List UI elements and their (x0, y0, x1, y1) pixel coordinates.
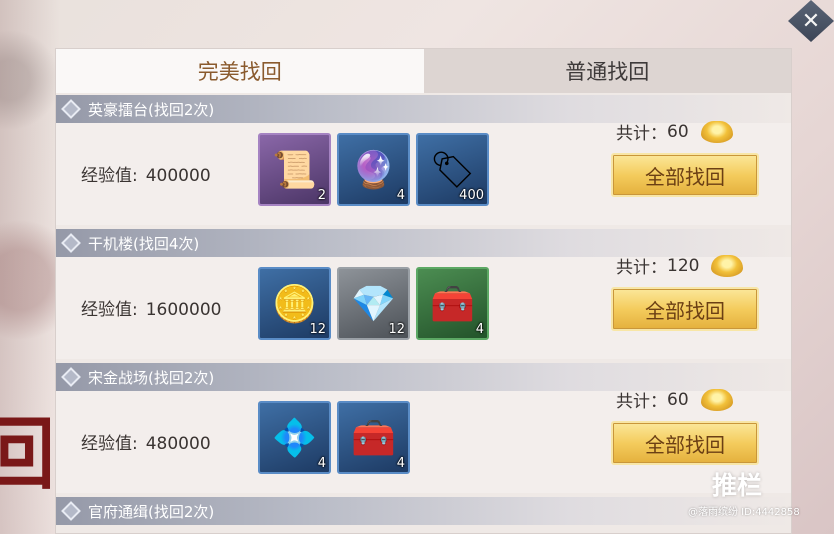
item-quantity: 4 (396, 188, 405, 203)
reward-items: 💠 4 🧰 4 (258, 401, 410, 474)
exp-value: 400000 (145, 166, 211, 186)
section-body: 经验值: 400000 📜 2 🔮 4 🏷 400 共计： 60 全部找回 (56, 120, 791, 225)
watermark-logo: 推栏 (712, 471, 763, 500)
section-title: 干机楼 (88, 234, 134, 253)
section-body: 经验值: 480000 💠 4 🧰 4 共计： 60 全部找回 (56, 388, 791, 493)
reward-item[interactable]: 🏷 400 (416, 133, 489, 206)
reward-item[interactable]: 🧰 4 (416, 267, 489, 340)
exp-value: 1600000 (145, 300, 222, 320)
exp-row: 经验值: 1600000 (81, 295, 221, 320)
exp-row: 经验值: 480000 (81, 429, 211, 454)
total-cost: 共计： 60 (616, 119, 733, 144)
tab-normal-recovery[interactable]: 普通找回 (423, 49, 791, 93)
total-cost: 共计： 120 (616, 253, 744, 278)
diamond-icon (61, 367, 81, 387)
exp-label: 经验值: (81, 300, 138, 320)
reward-items: 📜 2 🔮 4 🏷 400 (258, 133, 489, 206)
gold-ingot-icon (700, 388, 733, 411)
reward-item[interactable]: 🔮 4 (337, 133, 410, 206)
total-label: 共计： (616, 392, 667, 412)
total-value: 120 (667, 255, 700, 276)
reward-item[interactable]: 🧰 4 (337, 401, 410, 474)
exp-value: 480000 (145, 434, 211, 454)
section-title: 宋金战场 (88, 368, 149, 387)
tab-perfect-recovery[interactable]: 完美找回 (56, 49, 424, 93)
item-quantity: 12 (388, 322, 405, 337)
item-quantity: 12 (309, 322, 326, 337)
diamond-icon (61, 233, 81, 253)
exp-label: 经验值: (81, 166, 138, 186)
section-header: 官府通缉 (找回2次) (56, 497, 791, 525)
reward-item[interactable]: 🪙 12 (258, 267, 331, 340)
total-value: 60 (667, 389, 689, 410)
section-count: (找回2次) (148, 100, 215, 119)
item-quantity: 4 (475, 322, 484, 337)
total-cost: 共计： 60 (616, 387, 733, 412)
recover-all-button[interactable]: 全部找回 (611, 287, 759, 331)
tab-bar: 完美找回 普通找回 (56, 49, 791, 93)
recovery-section: 英豪擂台 (找回2次) 经验值: 400000 📜 2 🔮 4 🏷 400 共计… (56, 95, 791, 225)
exp-label: 经验值: (81, 434, 138, 454)
diamond-icon (61, 99, 81, 119)
watermark-credit: @落雨缤纷 ID:4442858 (688, 507, 800, 518)
recovery-section: 宋金战场 (找回2次) 经验值: 480000 💠 4 🧰 4 共计： 60 全… (56, 363, 791, 493)
background-calligraphy: 回 (0, 409, 50, 500)
diamond-icon (61, 501, 81, 521)
section-count: (找回2次) (148, 502, 215, 521)
total-value: 60 (667, 121, 689, 142)
close-button[interactable]: ✕ (784, 0, 834, 42)
total-label: 共计： (616, 258, 667, 278)
reward-items: 🪙 12 💎 12 🧰 4 (258, 267, 489, 340)
gold-ingot-icon (700, 120, 733, 143)
item-quantity: 2 (317, 188, 326, 203)
gold-ingot-icon (711, 254, 744, 277)
recover-all-button[interactable]: 全部找回 (611, 153, 759, 197)
section-count: (找回2次) (148, 368, 215, 387)
recovery-section: 官府通缉 (找回2次) (56, 497, 791, 533)
recover-all-button[interactable]: 全部找回 (611, 421, 759, 465)
section-title: 英豪擂台 (88, 100, 149, 119)
recovery-section: 干机楼 (找回4次) 经验值: 1600000 🪙 12 💎 12 🧰 4 共计… (56, 229, 791, 359)
reward-item[interactable]: 💠 4 (258, 401, 331, 474)
item-quantity: 4 (396, 456, 405, 471)
section-body: 经验值: 1600000 🪙 12 💎 12 🧰 4 共计： 120 全部找回 (56, 254, 791, 359)
close-icon: ✕ (788, 0, 834, 42)
reward-item[interactable]: 📜 2 (258, 133, 331, 206)
reward-item[interactable]: 💎 12 (337, 267, 410, 340)
exp-row: 经验值: 400000 (81, 161, 211, 186)
recovery-panel: 完美找回 普通找回 英豪擂台 (找回2次) 经验值: 400000 📜 2 🔮 4 (55, 48, 792, 534)
section-title: 官府通缉 (88, 502, 149, 521)
item-quantity: 400 (459, 188, 484, 203)
total-label: 共计： (616, 124, 667, 144)
item-quantity: 4 (317, 456, 326, 471)
section-count: (找回4次) (133, 234, 200, 253)
